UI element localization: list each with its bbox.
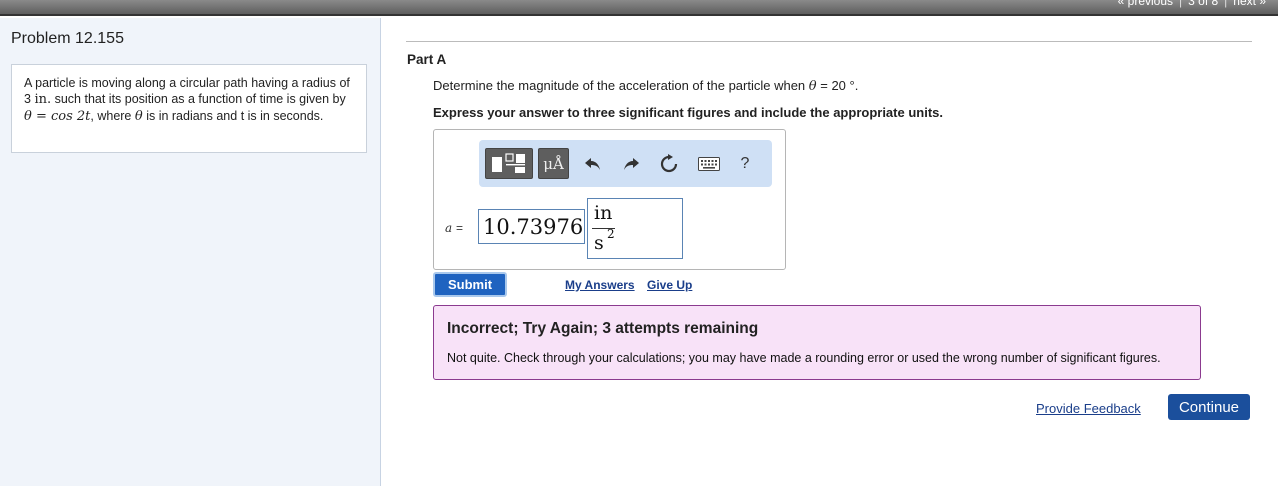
instructions: Express your answer to three significant… <box>433 105 943 120</box>
part-title: Part A <box>407 52 447 67</box>
problem-text-4: is in radians and t is in seconds. <box>146 109 324 123</box>
question-suffix: = 20 °. <box>820 78 859 93</box>
unit-numerator: in <box>594 202 613 224</box>
question-prefix: Determine the magnitude of the accelerat… <box>433 78 806 93</box>
give-up-link[interactable]: Give Up <box>647 278 692 292</box>
reset-circle-icon <box>660 153 678 172</box>
answer-units-input[interactable]: in s 2 <box>587 198 683 259</box>
answer-equals: = <box>455 221 463 235</box>
templates-icon <box>492 152 525 173</box>
problem-text-2: such that its position as a function of … <box>54 92 346 106</box>
help-button[interactable]: ? <box>733 148 757 179</box>
problem-text-3: , where <box>90 109 132 123</box>
problem-unit: in. <box>34 92 52 107</box>
problem-panel: Problem 12.155 A particle is moving alon… <box>0 18 381 486</box>
undo-icon[interactable] <box>580 148 606 179</box>
submit-button[interactable]: Submit <box>433 272 507 297</box>
problem-position: 3 of 8 <box>1188 0 1219 8</box>
problem-theta: θ <box>134 109 143 124</box>
question-variable: θ <box>808 79 817 94</box>
answer-box: μÅ ? a = 10.73976 in s 2 <box>433 129 786 270</box>
units-button[interactable]: μÅ <box>538 148 569 179</box>
math-toolbar: μÅ ? <box>479 140 772 187</box>
redo-icon[interactable] <box>618 148 644 179</box>
answer-variable: a <box>445 221 453 235</box>
answer-value-input[interactable]: 10.73976 <box>478 209 585 244</box>
top-nav-bar: « previous | 3 of 8 | next » <box>0 0 1278 16</box>
unit-denominator: s <box>594 232 604 254</box>
previous-link[interactable]: « previous <box>1114 0 1177 8</box>
redo-arrow-icon <box>624 157 639 170</box>
provide-feedback-link[interactable]: Provide Feedback <box>1036 401 1141 416</box>
keyboard-glyph-icon <box>698 156 720 171</box>
feedback-message: Not quite. Check through your calculatio… <box>447 351 1161 365</box>
templates-button[interactable] <box>485 148 533 179</box>
answer-label: a = <box>445 221 463 235</box>
problem-pager: « previous | 3 of 8 | next » <box>1114 0 1270 8</box>
feedback-title: Incorrect; Try Again; 3 attempts remaini… <box>447 320 759 337</box>
my-answers-link[interactable]: My Answers <box>565 278 635 292</box>
next-link[interactable]: next » <box>1229 0 1270 8</box>
reset-icon[interactable] <box>655 148 683 179</box>
feedback-box: Incorrect; Try Again; 3 attempts remaini… <box>433 305 1201 380</box>
undo-arrow-icon <box>585 157 600 170</box>
problem-equation: θ = cos 2t <box>24 109 91 124</box>
unit-exponent: 2 <box>607 227 615 241</box>
part-panel: Part A Determine the magnitude of the ac… <box>382 18 1278 486</box>
divider <box>406 41 1252 42</box>
problem-statement: A particle is moving along a circular pa… <box>11 64 367 153</box>
continue-button[interactable]: Continue <box>1168 394 1250 420</box>
problem-title: Problem 12.155 <box>11 30 124 47</box>
question-text: Determine the magnitude of the accelerat… <box>433 78 858 94</box>
keyboard-icon[interactable] <box>695 148 723 179</box>
